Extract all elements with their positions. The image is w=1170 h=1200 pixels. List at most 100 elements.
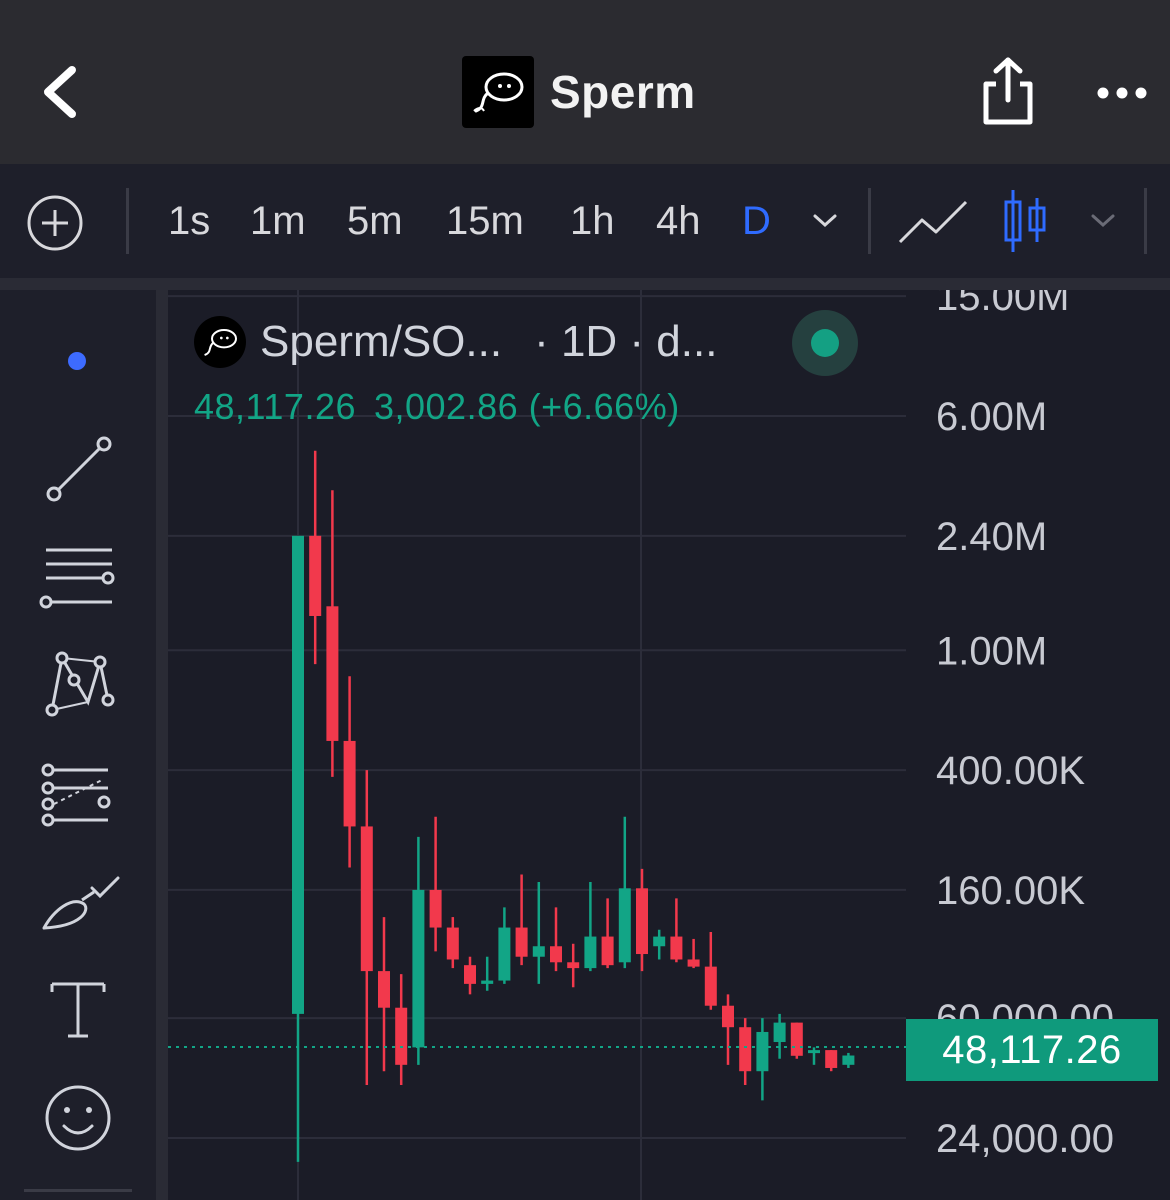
- candle-body: [550, 946, 562, 963]
- chart-legend: Sperm/SO... · 1D · d...: [194, 312, 717, 372]
- plus-circle-icon: [27, 195, 83, 251]
- timeframe-4h[interactable]: 4h: [656, 194, 701, 248]
- candle-body: [790, 1022, 803, 1056]
- trend-line-tool[interactable]: [36, 430, 120, 510]
- y-axis-tick-label: 15.00M: [936, 290, 1069, 319]
- candle-body: [687, 959, 700, 967]
- line-style-button[interactable]: [896, 196, 970, 248]
- fib-retracement-tool[interactable]: [36, 758, 120, 838]
- trend-line-icon: [46, 436, 112, 502]
- chevron-left-icon: [44, 66, 76, 118]
- fib-retracement-icon: [41, 763, 111, 827]
- y-axis-tick-label: 24,000.00: [936, 1117, 1114, 1161]
- chevron-down-icon: [813, 214, 837, 228]
- candle-body: [395, 1007, 408, 1065]
- candle-body: [773, 1022, 786, 1043]
- y-axis-tick-label: 1.00M: [936, 629, 1047, 673]
- candle-body: [532, 946, 545, 957]
- candle-body: [567, 962, 580, 969]
- timeframe-15m[interactable]: 15m: [446, 194, 524, 248]
- candle-body: [653, 936, 666, 947]
- last-price-label: 48,117.26: [906, 1019, 1158, 1081]
- candle-body: [842, 1055, 855, 1065]
- more-options-button[interactable]: [1094, 78, 1154, 108]
- candle-body: [704, 966, 717, 1006]
- candle-body: [446, 927, 459, 960]
- y-axis-tick-label: 2.40M: [936, 515, 1047, 559]
- candle-body: [464, 965, 476, 984]
- pattern-tool[interactable]: [36, 646, 120, 726]
- candle-body: [326, 606, 339, 741]
- candle-body: [618, 888, 631, 963]
- candle-body: [739, 1027, 752, 1072]
- y-axis-tick-label: 6.00M: [936, 395, 1047, 439]
- token-logo: [462, 56, 534, 128]
- candlestick-style-button[interactable]: [1002, 188, 1048, 254]
- chevron-down-icon: [1091, 214, 1115, 228]
- candle-body: [343, 740, 356, 827]
- live-status-indicator: [792, 310, 858, 376]
- candle-body: [722, 1005, 734, 1028]
- horizontal-lines-tool[interactable]: [36, 540, 120, 620]
- candle-body: [601, 936, 614, 966]
- share-button[interactable]: [978, 56, 1038, 128]
- brush-icon: [42, 876, 120, 930]
- toolbar-separator: [1144, 188, 1147, 254]
- legend-change: 3,002.86 (+6.66%): [373, 386, 680, 427]
- token-title: Sperm: [462, 56, 696, 128]
- top-navigation-bar: Sperm: [0, 0, 1170, 164]
- sidebar-bottom-divider: [24, 1189, 132, 1192]
- candle-body: [808, 1050, 820, 1054]
- share-icon: [983, 57, 1033, 125]
- candle-body: [412, 889, 425, 1048]
- candle-body: [584, 936, 597, 969]
- candle-body: [481, 980, 494, 984]
- toolbar-separator: [868, 188, 871, 254]
- candle-body: [756, 1031, 769, 1072]
- more-horizontal-icon: [1097, 87, 1147, 99]
- pattern-icon: [45, 651, 115, 717]
- sidebar-divider: [156, 290, 168, 1200]
- candle-body: [360, 826, 373, 972]
- emoji-tool[interactable]: [36, 1078, 120, 1158]
- candlestick-icon: [1004, 190, 1046, 252]
- brush-tool[interactable]: [36, 870, 120, 950]
- timeframe-dropdown[interactable]: [810, 212, 840, 230]
- page-title: Sperm: [550, 66, 696, 118]
- y-axis-tick-label: 400.00K: [936, 749, 1085, 793]
- candle-body: [292, 535, 304, 1014]
- candle-body: [825, 1050, 838, 1068]
- chart-style-dropdown[interactable]: [1088, 212, 1118, 230]
- timeframe-1s[interactable]: 1s: [168, 194, 210, 248]
- token-logo-small: [194, 316, 246, 368]
- timeframe-5m[interactable]: 5m: [347, 194, 403, 248]
- candle-body: [429, 889, 442, 928]
- horizontal-lines-icon: [39, 548, 115, 609]
- timeframe-1h[interactable]: 1h: [570, 194, 615, 248]
- candle-body: [378, 971, 390, 1008]
- legend-values: 48,117.26 3,002.86 (+6.66%): [194, 386, 698, 428]
- candle-body: [309, 535, 322, 616]
- legend-price: 48,117.26: [194, 386, 356, 427]
- timeframe-d[interactable]: D: [742, 194, 771, 248]
- candle-body: [670, 936, 683, 960]
- text-tool[interactable]: [36, 972, 120, 1052]
- candle-body: [636, 888, 648, 955]
- add-indicator-button[interactable]: [26, 194, 84, 252]
- chart-toolbar: 1s 1m 5m 15m 1h 4h D: [0, 164, 1170, 290]
- timeframe-1m[interactable]: 1m: [250, 194, 306, 248]
- sperm-logo-icon: [204, 328, 237, 356]
- text-icon: [50, 982, 106, 1038]
- back-button[interactable]: [38, 62, 86, 122]
- sperm-logo-icon: [473, 72, 524, 113]
- legend-interval-source: · 1D · d...: [534, 317, 718, 366]
- toolbar-separator: [126, 188, 129, 254]
- cursor-dot-icon[interactable]: [68, 352, 86, 370]
- drawing-tools-sidebar: [0, 290, 156, 1200]
- y-axis-tick-label: 160.00K: [936, 869, 1085, 913]
- candle-body: [498, 927, 511, 981]
- emoji-icon: [45, 1085, 111, 1151]
- legend-pair-name[interactable]: Sperm/SO...: [260, 317, 502, 367]
- line-chart-icon: [898, 200, 968, 244]
- candle-body: [515, 927, 528, 957]
